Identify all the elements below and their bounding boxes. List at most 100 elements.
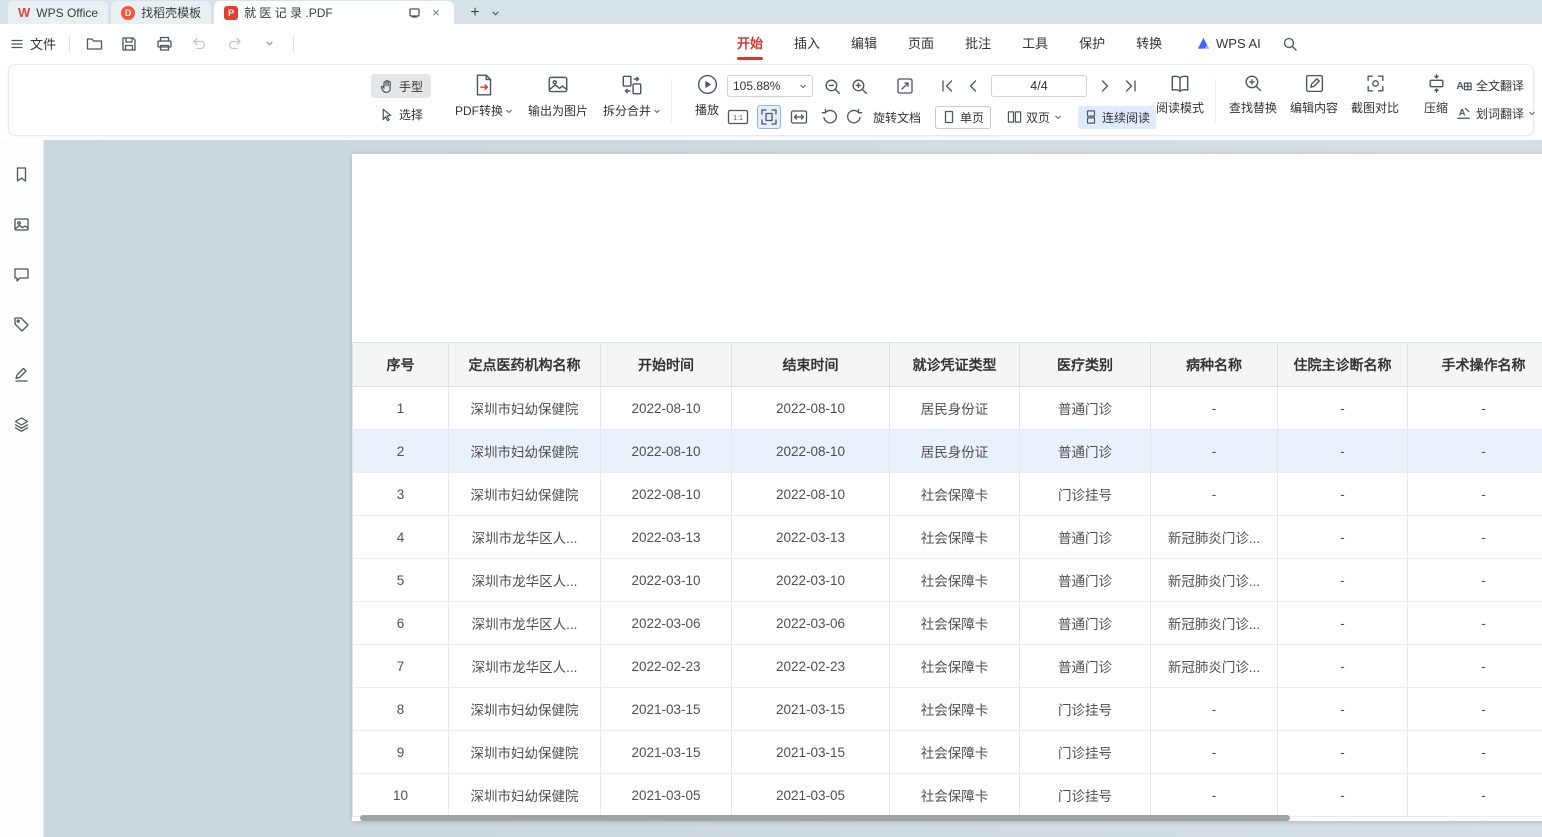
zoom-in-button[interactable] — [850, 77, 869, 96]
redo-button[interactable] — [223, 33, 245, 55]
layers-panel-button[interactable] — [8, 410, 36, 438]
table-cell: 深圳市龙华区人... — [449, 645, 601, 688]
zoom-out-button[interactable] — [823, 77, 842, 96]
translation-group: A 全文翻译 A 划词翻译 — [1455, 75, 1536, 123]
table-cell: - — [1408, 516, 1542, 559]
double-page-button[interactable]: 双页 — [1001, 106, 1068, 129]
table-cell: 社会保障卡 — [890, 516, 1020, 559]
menu-tab[interactable]: 插入 — [794, 24, 820, 63]
menu-bar: 文件 开始插入编辑页面批注工具保护转换 WPS AI — [0, 24, 1542, 63]
previous-page-button[interactable] — [965, 78, 981, 94]
sign-panel-button[interactable] — [8, 360, 36, 388]
tab-close-icon[interactable]: × — [428, 5, 444, 21]
fit-window-button[interactable] — [895, 76, 915, 96]
table-cell: 2022-02-23 — [732, 645, 890, 688]
new-tab-button[interactable]: + — [465, 3, 485, 23]
tab-detach-window-icon[interactable] — [406, 5, 422, 21]
table-cell: - — [1408, 688, 1542, 731]
medical-records-table: 序号定点医药机构名称开始时间结束时间就诊凭证类型医疗类别病种名称住院主诊断名称手… — [352, 342, 1542, 817]
continuous-reading-label: 连续阅读 — [1102, 109, 1150, 126]
split-merge-button[interactable]: 拆分合并 — [601, 73, 663, 119]
wps-ai-button[interactable]: WPS AI — [1196, 36, 1261, 51]
file-menu-button[interactable]: 文件 — [10, 34, 56, 53]
last-page-button[interactable] — [1123, 78, 1139, 94]
first-page-button[interactable] — [939, 78, 955, 94]
tab-label: WPS Office — [36, 6, 98, 20]
zoom-out-icon — [823, 77, 842, 96]
menu-tab[interactable]: 开始 — [737, 24, 763, 63]
screenshot-compare-label: 截图对比 — [1351, 99, 1399, 116]
menu-right: WPS AI — [1196, 24, 1301, 63]
print-button[interactable] — [153, 33, 175, 55]
next-page-button[interactable] — [1097, 78, 1113, 94]
menu-tab[interactable]: 编辑 — [851, 24, 877, 63]
find-replace-button[interactable]: 查找替换 — [1227, 73, 1279, 116]
page-number-input[interactable]: 4/4 — [991, 75, 1087, 97]
undo-history-chevron-icon[interactable] — [258, 33, 280, 55]
bookmarks-panel-button[interactable] — [8, 160, 36, 188]
chevron-down-icon — [1528, 109, 1536, 117]
comments-panel-button[interactable] — [8, 260, 36, 288]
tab-list-chevron-icon[interactable] — [487, 3, 503, 23]
table-cell: - — [1408, 430, 1542, 473]
fit-width-icon — [789, 107, 809, 127]
table-cell: 门诊挂号 — [1020, 731, 1151, 774]
play-button[interactable]: 播放 — [685, 73, 729, 118]
pdf-convert-label: PDF转换 — [455, 102, 503, 119]
edit-content-button[interactable]: 编辑内容 — [1288, 73, 1340, 116]
menu-tab[interactable]: 工具 — [1022, 24, 1048, 63]
menu-tab[interactable]: 页面 — [908, 24, 934, 63]
word-translate-label: 划词翻译 — [1476, 105, 1524, 122]
horizontal-scrollbar[interactable] — [360, 815, 1290, 821]
single-page-button[interactable]: 单页 — [935, 106, 991, 129]
open-file-button[interactable] — [83, 33, 105, 55]
fit-width-button[interactable] — [789, 107, 809, 127]
table-cell: - — [1151, 430, 1278, 473]
menu-tab[interactable]: 批注 — [965, 24, 991, 63]
table-cell: - — [1278, 731, 1408, 774]
rotate-document-button[interactable]: 旋转文档 — [873, 109, 921, 126]
rotate-left-icon — [821, 108, 839, 126]
column-header: 医疗类别 — [1020, 343, 1151, 387]
full-text-translate-button[interactable]: A 全文翻译 — [1455, 75, 1536, 95]
annotations-panel-button[interactable] — [8, 310, 36, 338]
rotate-right-button[interactable] — [845, 108, 863, 126]
export-as-image-button[interactable]: 输出为图片 — [527, 73, 589, 119]
table-cell: - — [1151, 774, 1278, 817]
export-image-icon — [546, 73, 570, 97]
rotate-left-button[interactable] — [821, 108, 839, 126]
thumbnails-panel-button[interactable] — [8, 210, 36, 238]
table-cell: 9 — [353, 731, 449, 774]
hand-tool-button[interactable]: 手型 — [371, 74, 431, 98]
undo-button[interactable] — [188, 33, 210, 55]
column-header: 结束时间 — [732, 343, 890, 387]
table-cell: 门诊挂号 — [1020, 688, 1151, 731]
bookmark-icon — [13, 166, 30, 183]
fit-page-icon — [759, 107, 779, 127]
ribbon-toolbar: 手型 选择 PDF转换 输出为图片 拆分合并 播放 105.8 — [8, 64, 1534, 136]
word-translate-button[interactable]: A 划词翻译 — [1455, 103, 1536, 123]
word-translate-icon: A — [1455, 105, 1472, 122]
fit-page-button[interactable] — [757, 105, 781, 129]
table-cell: - — [1278, 688, 1408, 731]
menu-tab[interactable]: 保护 — [1079, 24, 1105, 63]
continuous-reading-button[interactable]: 连续阅读 — [1078, 106, 1156, 129]
save-button[interactable] — [118, 33, 140, 55]
select-tool-button[interactable]: 选择 — [371, 102, 431, 126]
menu-tab[interactable]: 转换 — [1136, 24, 1162, 63]
tab-docer-templates[interactable]: D 找稻壳模板 — [111, 1, 211, 24]
read-mode-button[interactable]: 阅读模式 — [1151, 73, 1209, 116]
tab-pdf-document[interactable]: P 就 医 记 录 .PDF × — [214, 1, 454, 24]
zoom-level-select[interactable]: 105.88% — [727, 75, 813, 97]
column-header: 定点医药机构名称 — [449, 343, 601, 387]
table-cell: 2022-08-10 — [732, 387, 890, 430]
pdf-convert-button[interactable]: PDF转换 — [453, 73, 515, 119]
screenshot-compare-button[interactable]: 截图对比 — [1349, 73, 1401, 116]
rotate-document-label: 旋转文档 — [873, 111, 921, 125]
table-cell: 门诊挂号 — [1020, 774, 1151, 817]
actual-size-button[interactable]: 1:1 — [727, 108, 749, 126]
page-indicator: 4/4 — [1030, 79, 1047, 93]
table-cell: 2022-03-13 — [601, 516, 732, 559]
tab-wps-office[interactable]: W WPS Office — [8, 1, 108, 24]
menu-search-button[interactable] — [1279, 33, 1301, 55]
